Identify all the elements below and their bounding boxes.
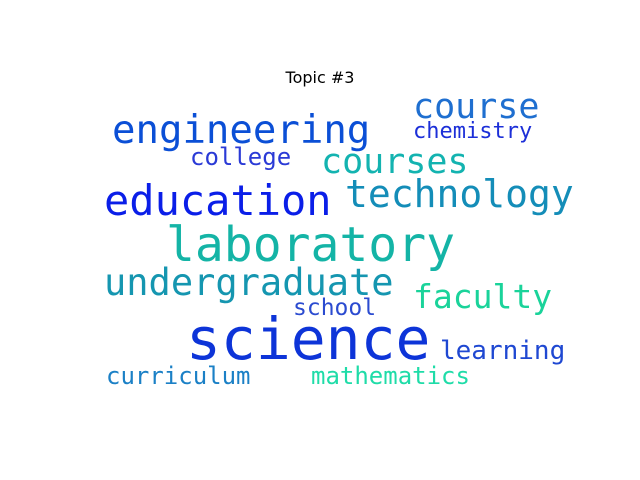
word-cloud: engineering course chemistry college cou… bbox=[0, 0, 640, 480]
word-education: education bbox=[104, 176, 332, 225]
word-chemistry: chemistry bbox=[413, 119, 533, 144]
word-technology: technology bbox=[345, 172, 574, 216]
word-mathematics: mathematics bbox=[311, 362, 470, 390]
word-college: college bbox=[190, 143, 292, 171]
word-learning: learning bbox=[440, 336, 566, 366]
word-curriculum: curriculum bbox=[106, 362, 251, 390]
word-science: science bbox=[186, 305, 431, 373]
word-faculty: faculty bbox=[413, 277, 553, 316]
